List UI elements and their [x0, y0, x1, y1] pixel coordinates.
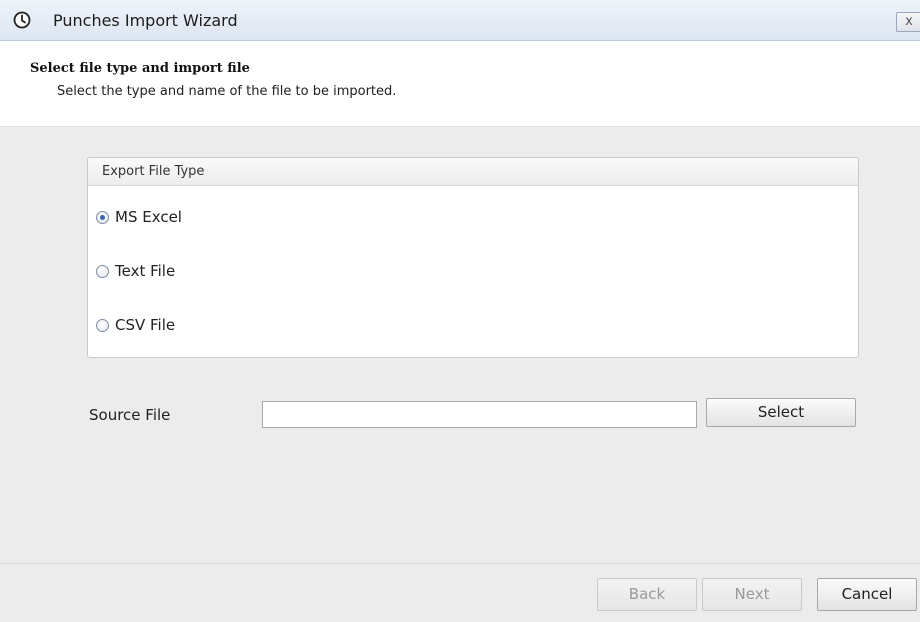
wizard-footer: Back Next Cancel [0, 563, 920, 622]
radio-button-checked[interactable] [96, 210, 109, 224]
radio-label: Text File [115, 262, 176, 280]
cancel-button[interactable]: Cancel [817, 578, 917, 611]
radio-csv-file[interactable]: CSV File [96, 316, 175, 334]
next-button[interactable]: Next [702, 578, 802, 611]
group-title: Export File Type [88, 158, 858, 186]
export-file-type-group: Export File Type MS Excel Text File CSV … [87, 157, 859, 358]
radio-ms-excel[interactable]: MS Excel [96, 208, 182, 226]
radio-text-file[interactable]: Text File [96, 262, 175, 280]
source-file-label: Source File [89, 406, 171, 424]
radio-label: MS Excel [115, 208, 182, 226]
step-title: Select file type and import file [30, 61, 250, 76]
close-icon: x [905, 14, 913, 29]
select-button[interactable]: Select [706, 398, 856, 427]
title-bar: Punches Import Wizard x [0, 0, 920, 41]
step-description: Select the type and name of the file to … [57, 84, 397, 99]
radio-label: CSV File [115, 316, 176, 334]
close-button[interactable]: x [896, 12, 920, 32]
radio-button[interactable] [96, 318, 109, 332]
radio-button[interactable] [96, 264, 109, 278]
wizard-header: Select file type and import file Select … [0, 41, 920, 127]
clock-icon [12, 10, 32, 30]
source-file-input[interactable] [262, 401, 697, 428]
back-button[interactable]: Back [597, 578, 697, 611]
wizard-content: Export File Type MS Excel Text File CSV … [0, 127, 920, 563]
window-title: Punches Import Wizard [53, 11, 238, 30]
